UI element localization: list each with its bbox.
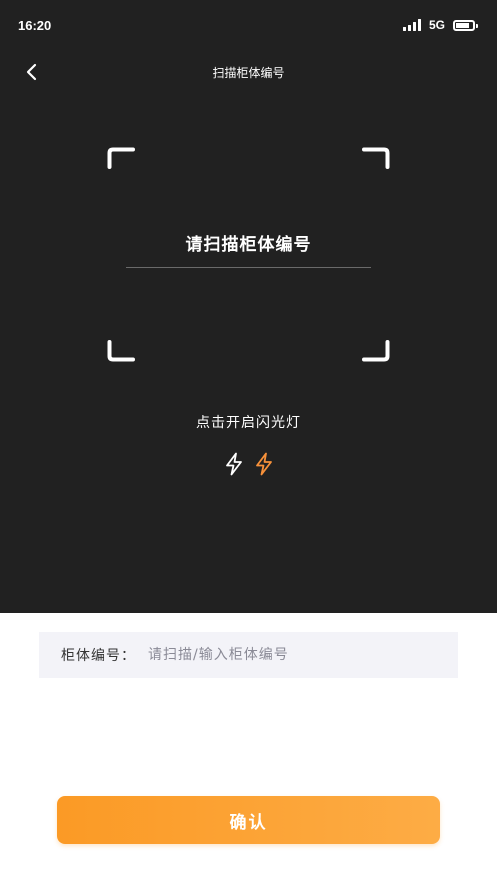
network-type: 5G bbox=[428, 18, 445, 32]
scan-frame-corner-top-left bbox=[107, 147, 135, 169]
cabinet-number-label: 柜体编号： bbox=[61, 648, 136, 664]
scan-frame-corner-top-right bbox=[362, 147, 390, 169]
signal-icon bbox=[402, 19, 421, 31]
scan-frame-corner-bottom-left bbox=[107, 340, 135, 362]
status-bar: 16:20 5G bbox=[0, 0, 497, 50]
page-title: 扫描柜体编号 bbox=[212, 66, 285, 80]
flash-on-icon[interactable] bbox=[254, 452, 274, 476]
flash-off-icon[interactable] bbox=[224, 452, 244, 476]
cabinet-number-row: 柜体编号： bbox=[39, 632, 458, 678]
cabinet-number-input[interactable] bbox=[146, 646, 390, 664]
confirm-button[interactable]: 确认 bbox=[57, 796, 440, 844]
scan-frame-corner-bottom-right bbox=[362, 340, 390, 362]
scan-line bbox=[126, 267, 371, 268]
flash-toggle[interactable] bbox=[0, 452, 497, 476]
status-indicators: 5G bbox=[402, 17, 478, 33]
scan-area: 16:20 5G 扫描柜体编号 请扫描柜体编号 点击开启闪光灯 bbox=[0, 0, 497, 613]
flash-hint[interactable]: 点击开启闪光灯 bbox=[0, 412, 497, 432]
status-time: 16:20 bbox=[18, 18, 52, 33]
battery-icon bbox=[453, 19, 478, 31]
scan-prompt: 请扫描柜体编号 bbox=[185, 235, 312, 255]
nav-bar: 扫描柜体编号 bbox=[0, 50, 497, 94]
